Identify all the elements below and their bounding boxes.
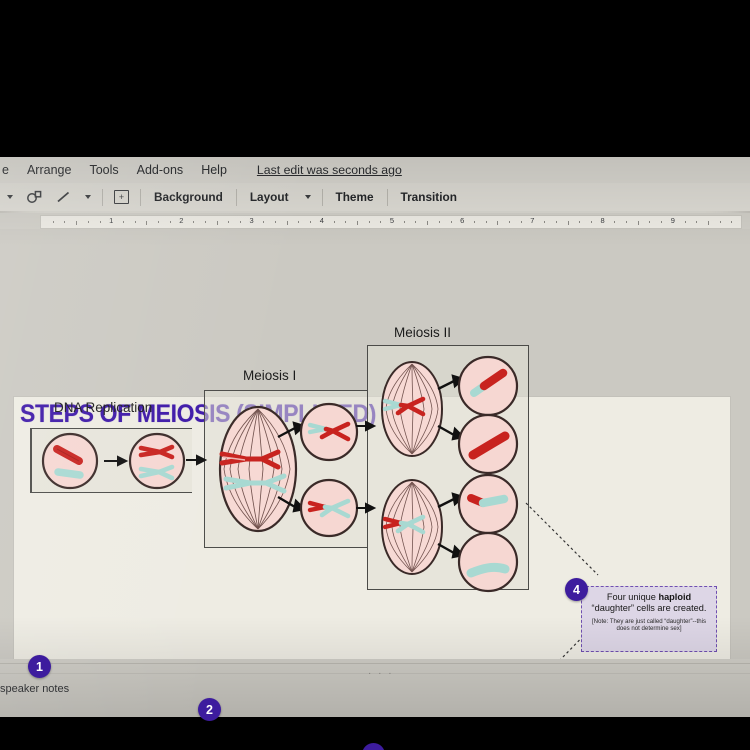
ruler-tick [216, 221, 218, 225]
ruler-mark: 1 [109, 216, 114, 225]
ruler-track[interactable]: 1 2 3 4 5 6 7 8 9 [40, 215, 742, 229]
ruler-tick [356, 221, 358, 225]
ruler-mark: 5 [389, 216, 395, 225]
speaker-notes-placeholder[interactable]: speaker notes [0, 683, 69, 695]
ruler-tick [719, 221, 721, 223]
ruler-tick [684, 221, 686, 223]
ruler-tick [520, 221, 522, 223]
ruler-tick [509, 221, 510, 223]
horizontal-ruler[interactable]: 1 2 3 4 5 6 7 8 9 [0, 213, 750, 229]
ruler-tick [473, 221, 475, 223]
ruler-tick [286, 221, 288, 225]
theme-button[interactable]: Theme [327, 184, 383, 210]
ruler-tick [204, 221, 206, 223]
toolbar-divider [386, 188, 388, 206]
ruler-mark: 3 [249, 216, 254, 225]
layout-chevron-down-icon[interactable] [298, 184, 318, 210]
transition-button[interactable]: Transition [392, 184, 466, 210]
ruler-tick [146, 221, 148, 225]
ruler-mark: 9 [670, 216, 675, 225]
ruler-tick [122, 221, 124, 223]
background-button[interactable]: Background [145, 184, 232, 210]
ruler-tick [485, 221, 487, 223]
screen-photo: e Arrange Tools Add-ons Help Last edit w… [0, 157, 750, 750]
ruler-tick [99, 221, 101, 223]
menu-item-addons[interactable]: Add-ons [137, 163, 184, 177]
menu-item-arrange[interactable]: Arrange [27, 163, 71, 177]
ruler-tick [731, 221, 733, 223]
ruler-tick [555, 221, 557, 223]
ruler-tick [52, 221, 54, 223]
speaker-notes-pane[interactable]: · · · speaker notes [0, 659, 750, 717]
image-shape-icon[interactable] [20, 184, 49, 210]
ruler-tick [626, 221, 627, 223]
ruler-tick [298, 221, 300, 223]
ruler-tick [239, 221, 241, 223]
toolbar-divider [140, 188, 141, 206]
ruler-tick [450, 221, 452, 223]
ruler-tick [661, 221, 663, 223]
menu-item-slide[interactable]: e [2, 163, 9, 177]
line-tool-icon[interactable] [49, 184, 78, 210]
chevron-down-icon[interactable] [0, 184, 20, 210]
ruler-tick [368, 221, 370, 223]
toolbar-divider [321, 188, 323, 206]
ruler-tick [263, 221, 265, 223]
ruler-tick [275, 221, 276, 223]
ruler-mark: 8 [600, 216, 605, 225]
ruler-tick [345, 221, 347, 223]
menu-item-help[interactable]: Help [201, 163, 227, 177]
ruler-tick [415, 221, 417, 223]
ruler-tick [427, 221, 429, 225]
overflow-dots[interactable]: · · · [368, 668, 394, 679]
menu-bar: e Arrange Tools Add-ons Help Last edit w… [0, 157, 750, 183]
ruler-tick [403, 221, 405, 223]
ruler-tick [637, 221, 639, 225]
toolbar-divider [235, 188, 237, 206]
notes-divider [0, 663, 750, 664]
ruler-tick [567, 221, 569, 225]
ruler-tick [380, 221, 382, 223]
ruler-tick [228, 221, 230, 223]
ruler-tick [497, 221, 499, 225]
last-edit-status[interactable]: Last edit was seconds ago [257, 163, 402, 177]
add-comment-icon[interactable]: + [107, 184, 136, 210]
ruler-tick [707, 221, 709, 225]
ruler-tick [87, 221, 89, 223]
ruler-tick [579, 221, 581, 223]
ruler-tick [76, 221, 78, 225]
ruler-mark: 4 [319, 216, 324, 225]
ruler-tick [310, 221, 312, 223]
slide-title[interactable]: STEPS OF MEIOSIS (SIMPLIFIED) [20, 400, 416, 429]
ruler-mark: 7 [530, 216, 535, 225]
ruler-tick [590, 221, 592, 223]
screenshot-root: e Arrange Tools Add-ons Help Last edit w… [0, 0, 750, 750]
ruler-tick [614, 221, 616, 223]
line-options-chevron-down-icon[interactable] [78, 184, 98, 210]
ruler-tick [134, 221, 136, 223]
ruler-tick [64, 221, 66, 223]
layout-button[interactable]: Layout [241, 184, 298, 210]
ruler-mark: 6 [460, 216, 465, 225]
ruler-tick [169, 221, 171, 223]
photo-bottom-letterbox [0, 717, 750, 750]
ruler-tick [158, 221, 159, 223]
toolbar-divider [102, 188, 103, 206]
slide-canvas [0, 229, 750, 750]
ruler-tick [193, 221, 195, 223]
ruler-tick [438, 221, 440, 223]
ruler-tick [333, 221, 335, 223]
ruler-tick [544, 221, 546, 223]
toolbar: + Background Layout Theme Transition [0, 183, 750, 211]
ruler-mark: 2 [179, 216, 184, 225]
ruler-tick [696, 221, 698, 223]
menu-item-tools[interactable]: Tools [89, 163, 118, 177]
ruler-tick [649, 221, 651, 223]
